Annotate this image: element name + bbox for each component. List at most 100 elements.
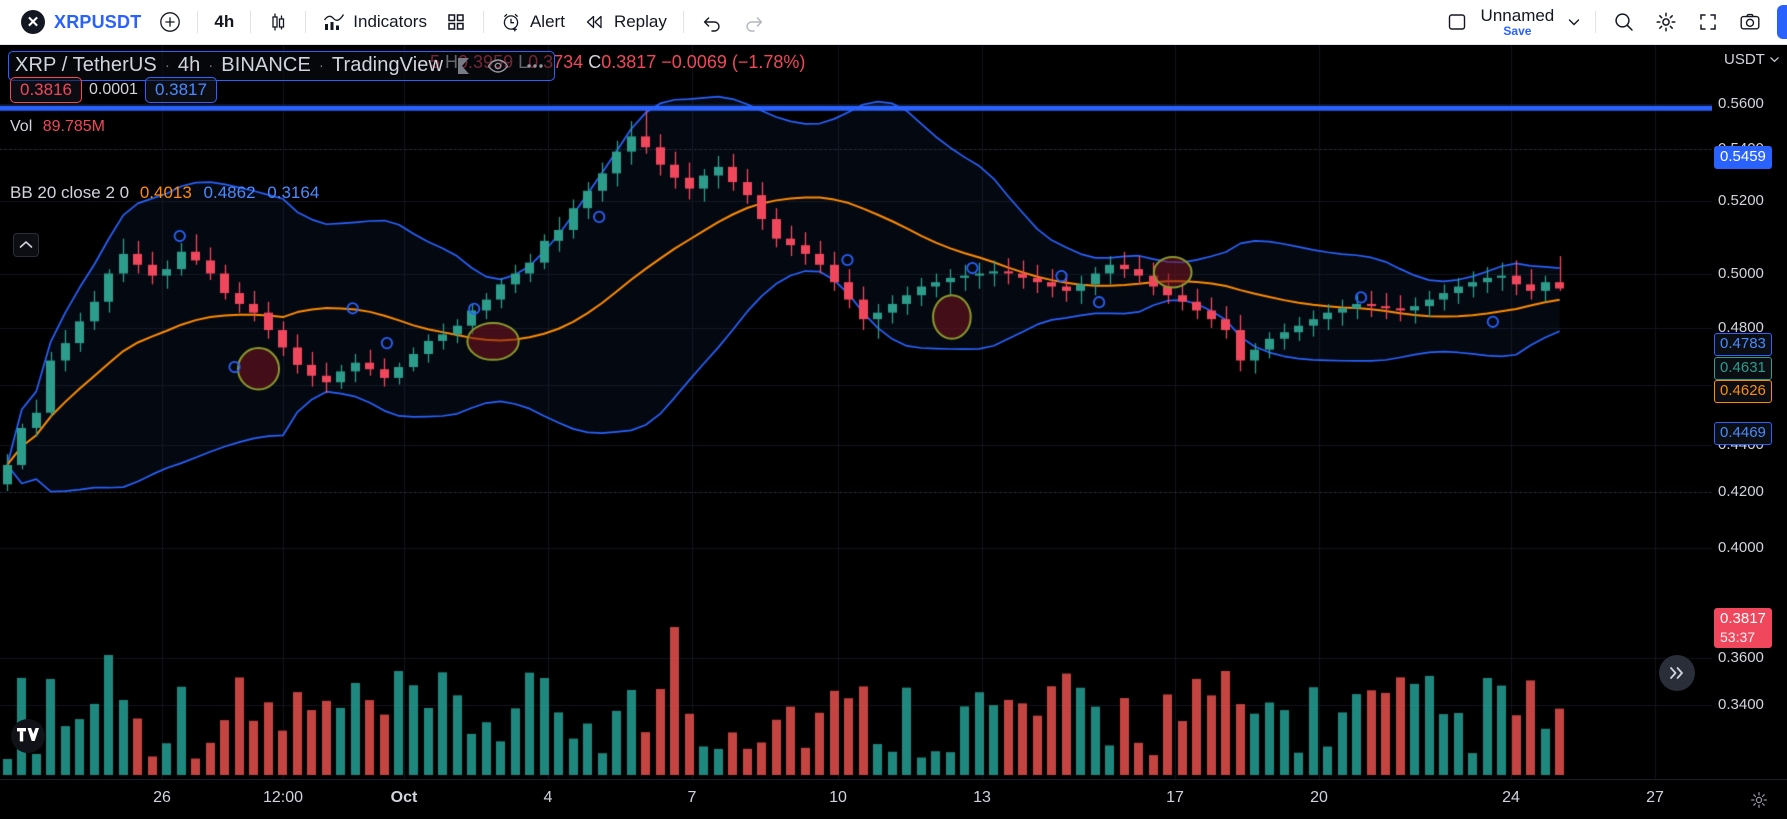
undo-button[interactable] — [691, 5, 733, 39]
price-tick: 0.4000 — [1718, 539, 1764, 556]
layout-button[interactable] — [1437, 5, 1477, 39]
legend-sep: · — [165, 57, 170, 74]
x-circle-icon: ✕ — [21, 10, 45, 34]
indicators-icon — [322, 11, 346, 33]
publish-button[interactable]: Pu — [1777, 5, 1787, 39]
countdown-timer: 53:37 — [1720, 629, 1766, 647]
indicators-label: Indicators — [353, 12, 427, 32]
legend-interval: 4h — [178, 54, 200, 77]
spread-value: 0.0001 — [89, 81, 138, 99]
more-dots-icon[interactable] — [524, 57, 546, 75]
scroll-to-realtime-button[interactable] — [1659, 655, 1695, 691]
bb-label: BB 20 close 2 0 — [10, 183, 129, 202]
chart-settings-button[interactable] — [1645, 5, 1687, 39]
eye-icon[interactable] — [487, 57, 509, 75]
time-scale[interactable]: 2612:00Oct47101317202427 — [0, 779, 1787, 819]
bb-lower-value: 0.3164 — [267, 183, 319, 202]
divider — [305, 11, 306, 33]
timescale-settings-button[interactable] — [1749, 790, 1769, 815]
price-tick: 0.3600 — [1718, 649, 1764, 666]
tradingview-watermark[interactable] — [11, 719, 45, 753]
price-tick: 0.5000 — [1718, 265, 1764, 282]
price-scale[interactable]: USDT 0.56000.54000.52000.50000.48000.460… — [1712, 45, 1787, 779]
time-tick: 4 — [544, 789, 553, 807]
chart-canvas[interactable] — [0, 45, 1712, 779]
bollinger-legend[interactable]: BB 20 close 2 0 0.4013 0.4862 0.3164 — [10, 183, 319, 203]
time-tick: Oct — [391, 789, 418, 807]
symbol-search-button[interactable]: ✕ XRPUSDT — [12, 5, 150, 39]
gear-icon — [1749, 790, 1769, 810]
time-tick: 12:00 — [263, 789, 303, 807]
redo-arrow-icon — [742, 11, 766, 33]
time-tick: 26 — [153, 789, 171, 807]
single-layout-icon — [1446, 11, 1468, 33]
divider — [250, 11, 251, 33]
divider — [197, 11, 198, 33]
snapshot-button[interactable] — [1729, 5, 1771, 39]
save-chart-button[interactable]: Unnamed Save — [1477, 5, 1561, 39]
ohlc-close-key: C — [588, 52, 601, 72]
add-symbol-button[interactable] — [150, 5, 190, 39]
volume-value: 89.785M — [43, 118, 105, 135]
chart-legend: XRP / TetherUS · 4h · BINANCE · TradingV… — [0, 45, 555, 81]
chart-style-button[interactable] — [258, 5, 298, 39]
divider — [1595, 11, 1596, 33]
divider — [483, 11, 484, 33]
volume-legend[interactable]: Vol 89.785M — [10, 118, 105, 136]
last-price-red[interactable]: 0.381753:37 — [1714, 608, 1772, 648]
replay-button[interactable]: Replay — [574, 5, 676, 39]
interval-label: 4h — [214, 12, 234, 32]
templates-button[interactable] — [436, 5, 476, 39]
collapse-pane-button[interactable] — [13, 233, 39, 257]
indicators-button[interactable]: Indicators — [313, 5, 436, 39]
chart-menu-chevron[interactable] — [1560, 5, 1588, 39]
alert-button[interactable]: Alert — [491, 5, 574, 39]
ohlc-close: 0.3817 — [601, 52, 656, 72]
time-tick: 27 — [1646, 789, 1664, 807]
legend-symbol-title: XRP / TetherUS — [15, 54, 157, 77]
hline-price[interactable]: 0.5459 — [1714, 146, 1772, 169]
undo-arrow-icon — [700, 11, 724, 33]
bid-price[interactable]: 0.3816 — [10, 77, 82, 103]
double-chevron-right-icon — [1667, 665, 1687, 681]
fullscreen-button[interactable] — [1687, 5, 1729, 39]
bb-lower-price[interactable]: 0.4469 — [1714, 422, 1772, 445]
top-toolbar: ✕ XRPUSDT 4h Indicators — [0, 0, 1787, 45]
save-label: Save — [1503, 25, 1531, 38]
bb-upper-value: 0.4862 — [204, 183, 256, 202]
symbol-label: XRPUSDT — [54, 12, 141, 33]
time-tick: 10 — [829, 789, 847, 807]
search-button[interactable] — [1603, 5, 1645, 39]
time-tick: 17 — [1166, 789, 1184, 807]
alert-label: Alert — [530, 12, 565, 32]
redo-button[interactable] — [733, 5, 775, 39]
bb-basis-price[interactable]: 0.4626 — [1714, 380, 1772, 403]
interval-button[interactable]: 4h — [205, 5, 243, 39]
replay-label: Replay — [614, 12, 667, 32]
bid-ask-widget: 0.3816 0.0001 0.3817 — [10, 77, 217, 103]
camera-icon — [1738, 10, 1762, 34]
tradingview-logo-icon — [17, 728, 39, 744]
price-tick: 0.5200 — [1718, 192, 1764, 209]
fullscreen-icon — [1696, 10, 1720, 34]
plus-circle-icon — [159, 11, 181, 33]
legend-sep: · — [208, 57, 213, 74]
replay-icon — [583, 11, 607, 33]
bb-upper-price[interactable]: 0.4783 — [1714, 333, 1772, 356]
currency-selector[interactable]: USDT — [1724, 51, 1780, 68]
currency-label: USDT — [1724, 51, 1765, 68]
legend-source: TradingView — [332, 54, 443, 77]
chart-area: XRP / TetherUS · 4h · BINANCE · TradingV… — [0, 45, 1787, 779]
search-icon — [1612, 10, 1636, 34]
candlestick-icon — [267, 11, 289, 33]
time-tick: 20 — [1310, 789, 1328, 807]
candle-style-icon[interactable] — [456, 57, 472, 75]
chevron-down-icon — [1566, 14, 1582, 30]
ask-price[interactable]: 0.3817 — [145, 77, 217, 103]
last-price-green[interactable]: 0.4631 — [1714, 357, 1772, 380]
chart-name-label: Unnamed — [1481, 7, 1555, 25]
ohlc-change-pct: (−1.78%) — [732, 52, 806, 72]
chart-plot[interactable] — [0, 45, 1712, 779]
gear-icon — [1654, 10, 1678, 34]
legend-exchange: BINANCE — [221, 54, 311, 77]
